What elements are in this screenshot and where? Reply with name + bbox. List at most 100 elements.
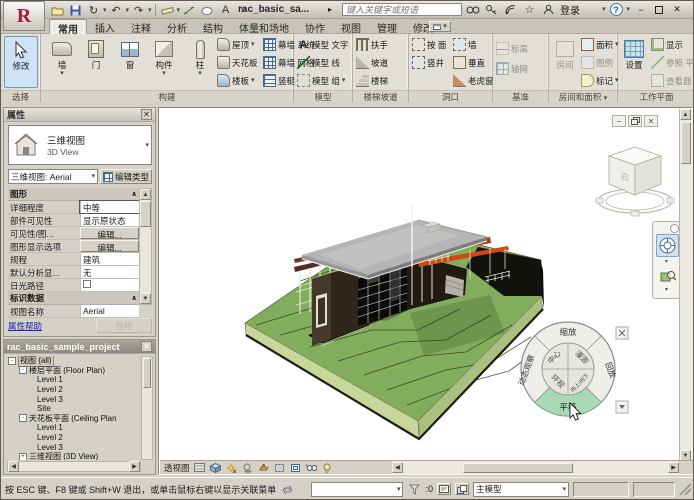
selection-filter-icon[interactable]	[407, 483, 421, 495]
help-icon[interactable]: ?	[610, 3, 623, 16]
tree-node-level1[interactable]: Level 1	[7, 375, 141, 385]
wheel-menu-icon[interactable]	[616, 401, 628, 413]
sun-path-checkbox[interactable]	[83, 280, 91, 288]
scrollbar-thumb[interactable]	[140, 201, 151, 227]
view-scale-button[interactable]: 透视图	[164, 462, 190, 474]
model-line-button[interactable]: 模型 线	[297, 54, 340, 71]
editing-requests-icon[interactable]	[437, 483, 451, 495]
wall-button[interactable]: 墙▾	[45, 36, 79, 88]
scroll-right-icon[interactable]: ▶	[668, 462, 679, 473]
redo-icon[interactable]: ↷	[130, 3, 147, 18]
zoom-dropdown-icon[interactable]: ▾	[665, 286, 668, 293]
reveal-hidden-icon[interactable]	[321, 462, 334, 474]
hscroll-thumb[interactable]	[463, 463, 573, 473]
legend-button[interactable]: 图例	[581, 54, 613, 71]
properties-help-link[interactable]: 属性帮助	[8, 320, 42, 332]
browser-vscrollbar[interactable]	[141, 356, 153, 460]
design-option-dropdown[interactable]: 主模型▾	[473, 482, 569, 497]
redo-dropdown-icon[interactable]: ▾	[148, 7, 152, 14]
tab-analyze[interactable]: 分析	[159, 19, 195, 34]
panel-datum-label[interactable]: 基准	[493, 90, 548, 102]
railing-button[interactable]: 扶手	[356, 36, 388, 53]
viewer-button[interactable]: 查看器	[651, 72, 692, 89]
tree-node-ceiling-level1[interactable]: Level 1	[7, 423, 141, 433]
sync-dropdown-icon[interactable]: ▾	[103, 7, 107, 14]
scroll-up-icon[interactable]: ▲	[140, 189, 151, 200]
model-group-button[interactable]: 模型 组▾	[297, 72, 345, 89]
tab-massing-site[interactable]: 体量和场地	[231, 19, 297, 34]
tab-collaborate[interactable]: 协作	[297, 19, 333, 34]
ceiling-button[interactable]: 天花板	[217, 54, 258, 71]
scroll-left-icon[interactable]: ◀	[392, 462, 403, 473]
model-text-button[interactable]: A 模型 文字	[297, 36, 348, 53]
undo-icon[interactable]: ↶	[108, 3, 125, 18]
opening-by-face-button[interactable]: 按 面	[412, 36, 446, 53]
door-button[interactable]: 门	[79, 36, 113, 88]
scroll-right-icon[interactable]: ▶	[129, 461, 140, 472]
visibility-edit-button[interactable]: 编辑...	[80, 227, 139, 239]
apply-button[interactable]: 应用	[96, 318, 152, 333]
mullion-button[interactable]: 竖梃	[263, 72, 295, 89]
tab-insert[interactable]: 插入	[87, 19, 123, 34]
text-icon[interactable]: A	[217, 3, 234, 18]
undo-dropdown-icon[interactable]: ▾	[126, 7, 130, 14]
view-filter-dropdown[interactable]: 三维视图: Aerial▾	[8, 169, 98, 184]
workplane-show-button[interactable]: 显示	[651, 36, 683, 53]
detail-level-value[interactable]: 中等	[80, 201, 139, 213]
collapse-icon[interactable]: ∧	[131, 294, 137, 302]
column-button[interactable]: 柱▾	[183, 36, 217, 88]
floor-button[interactable]: 楼板▾	[217, 72, 255, 89]
vertical-opening-button[interactable]: 垂直	[453, 54, 485, 71]
panel-model-label[interactable]: 模型	[294, 90, 352, 102]
wheel-close-icon[interactable]	[616, 327, 628, 339]
wheel-dropdown-icon[interactable]: ▾	[665, 258, 668, 265]
view-minimize-icon[interactable]: −	[612, 115, 626, 127]
workplane-set-button[interactable]: 设置	[619, 36, 649, 88]
panel-work-plane-label[interactable]: 工作平面	[618, 90, 694, 102]
search-input[interactable]	[342, 3, 462, 16]
view-restore-icon[interactable]	[628, 115, 642, 127]
ref-plane-button[interactable]: 参照 平面	[651, 54, 694, 71]
group-graphics[interactable]: 图形∧	[8, 188, 139, 201]
panel-build-label[interactable]: 构建	[41, 90, 293, 102]
zoom-tool-button[interactable]	[658, 268, 677, 285]
open-icon[interactable]	[49, 3, 66, 18]
properties-scrollbar[interactable]: ▲ ▼	[139, 188, 152, 305]
scroll-down-icon[interactable]: ▼	[140, 293, 151, 304]
vscroll-thumb[interactable]	[681, 122, 691, 164]
active-workset-dropdown[interactable]: ▾	[311, 482, 403, 497]
properties-close-icon[interactable]: ✕	[141, 109, 152, 120]
help-dropdown-icon[interactable]: ▾	[627, 6, 631, 13]
title-expand-icon[interactable]: ▸	[328, 5, 332, 14]
tag-room-button[interactable]: 标记▾	[581, 72, 619, 89]
maximize-button[interactable]	[652, 3, 666, 16]
detail-level-icon[interactable]	[193, 462, 206, 474]
rendering-dialog-icon[interactable]	[257, 462, 270, 474]
save-icon[interactable]	[67, 3, 84, 18]
sun-path-icon[interactable]	[225, 462, 238, 474]
group-identity-data[interactable]: 标识数据∧	[8, 292, 139, 305]
grid-button[interactable]: 轴网	[496, 60, 528, 77]
type-selector[interactable]: 三维视图 3D View ▾	[8, 125, 152, 165]
ramp-button[interactable]: 坡道	[356, 54, 388, 71]
view-close-icon[interactable]: ✕	[644, 115, 658, 127]
tree-node-ceiling-level2[interactable]: Level 2	[7, 433, 141, 443]
tree-node-ceiling-plan[interactable]: -天花板平面 (Ceiling Plan	[7, 414, 141, 424]
tab-structure[interactable]: 结构	[195, 19, 231, 34]
sign-in-label[interactable]: 登录	[560, 2, 580, 17]
tab-annotate[interactable]: 注释	[123, 19, 159, 34]
tree-node-level2[interactable]: Level 2	[7, 385, 141, 395]
shaft-button[interactable]: 竖井	[412, 54, 444, 71]
show-crop-region-icon[interactable]	[289, 462, 302, 474]
steering-wheel-tool-button[interactable]	[656, 234, 679, 257]
close-button[interactable]: ✕	[670, 3, 684, 16]
search-binoculars-icon[interactable]	[465, 3, 480, 17]
navbar-collapse-icon[interactable]	[670, 224, 679, 233]
measure-dropdown-icon[interactable]: ▾	[177, 7, 181, 14]
application-menu-button[interactable]: R	[3, 1, 45, 31]
favorites-star-icon[interactable]: ☆	[522, 3, 537, 17]
sync-icon[interactable]: ↻	[85, 3, 102, 18]
wall-opening-button[interactable]: 墙	[453, 36, 477, 53]
visual-style-icon[interactable]	[209, 462, 222, 474]
steering-wheel[interactable]: 缩放 动态观察 回放 平移 中心 漫游 环视 向上/向下	[518, 319, 634, 424]
